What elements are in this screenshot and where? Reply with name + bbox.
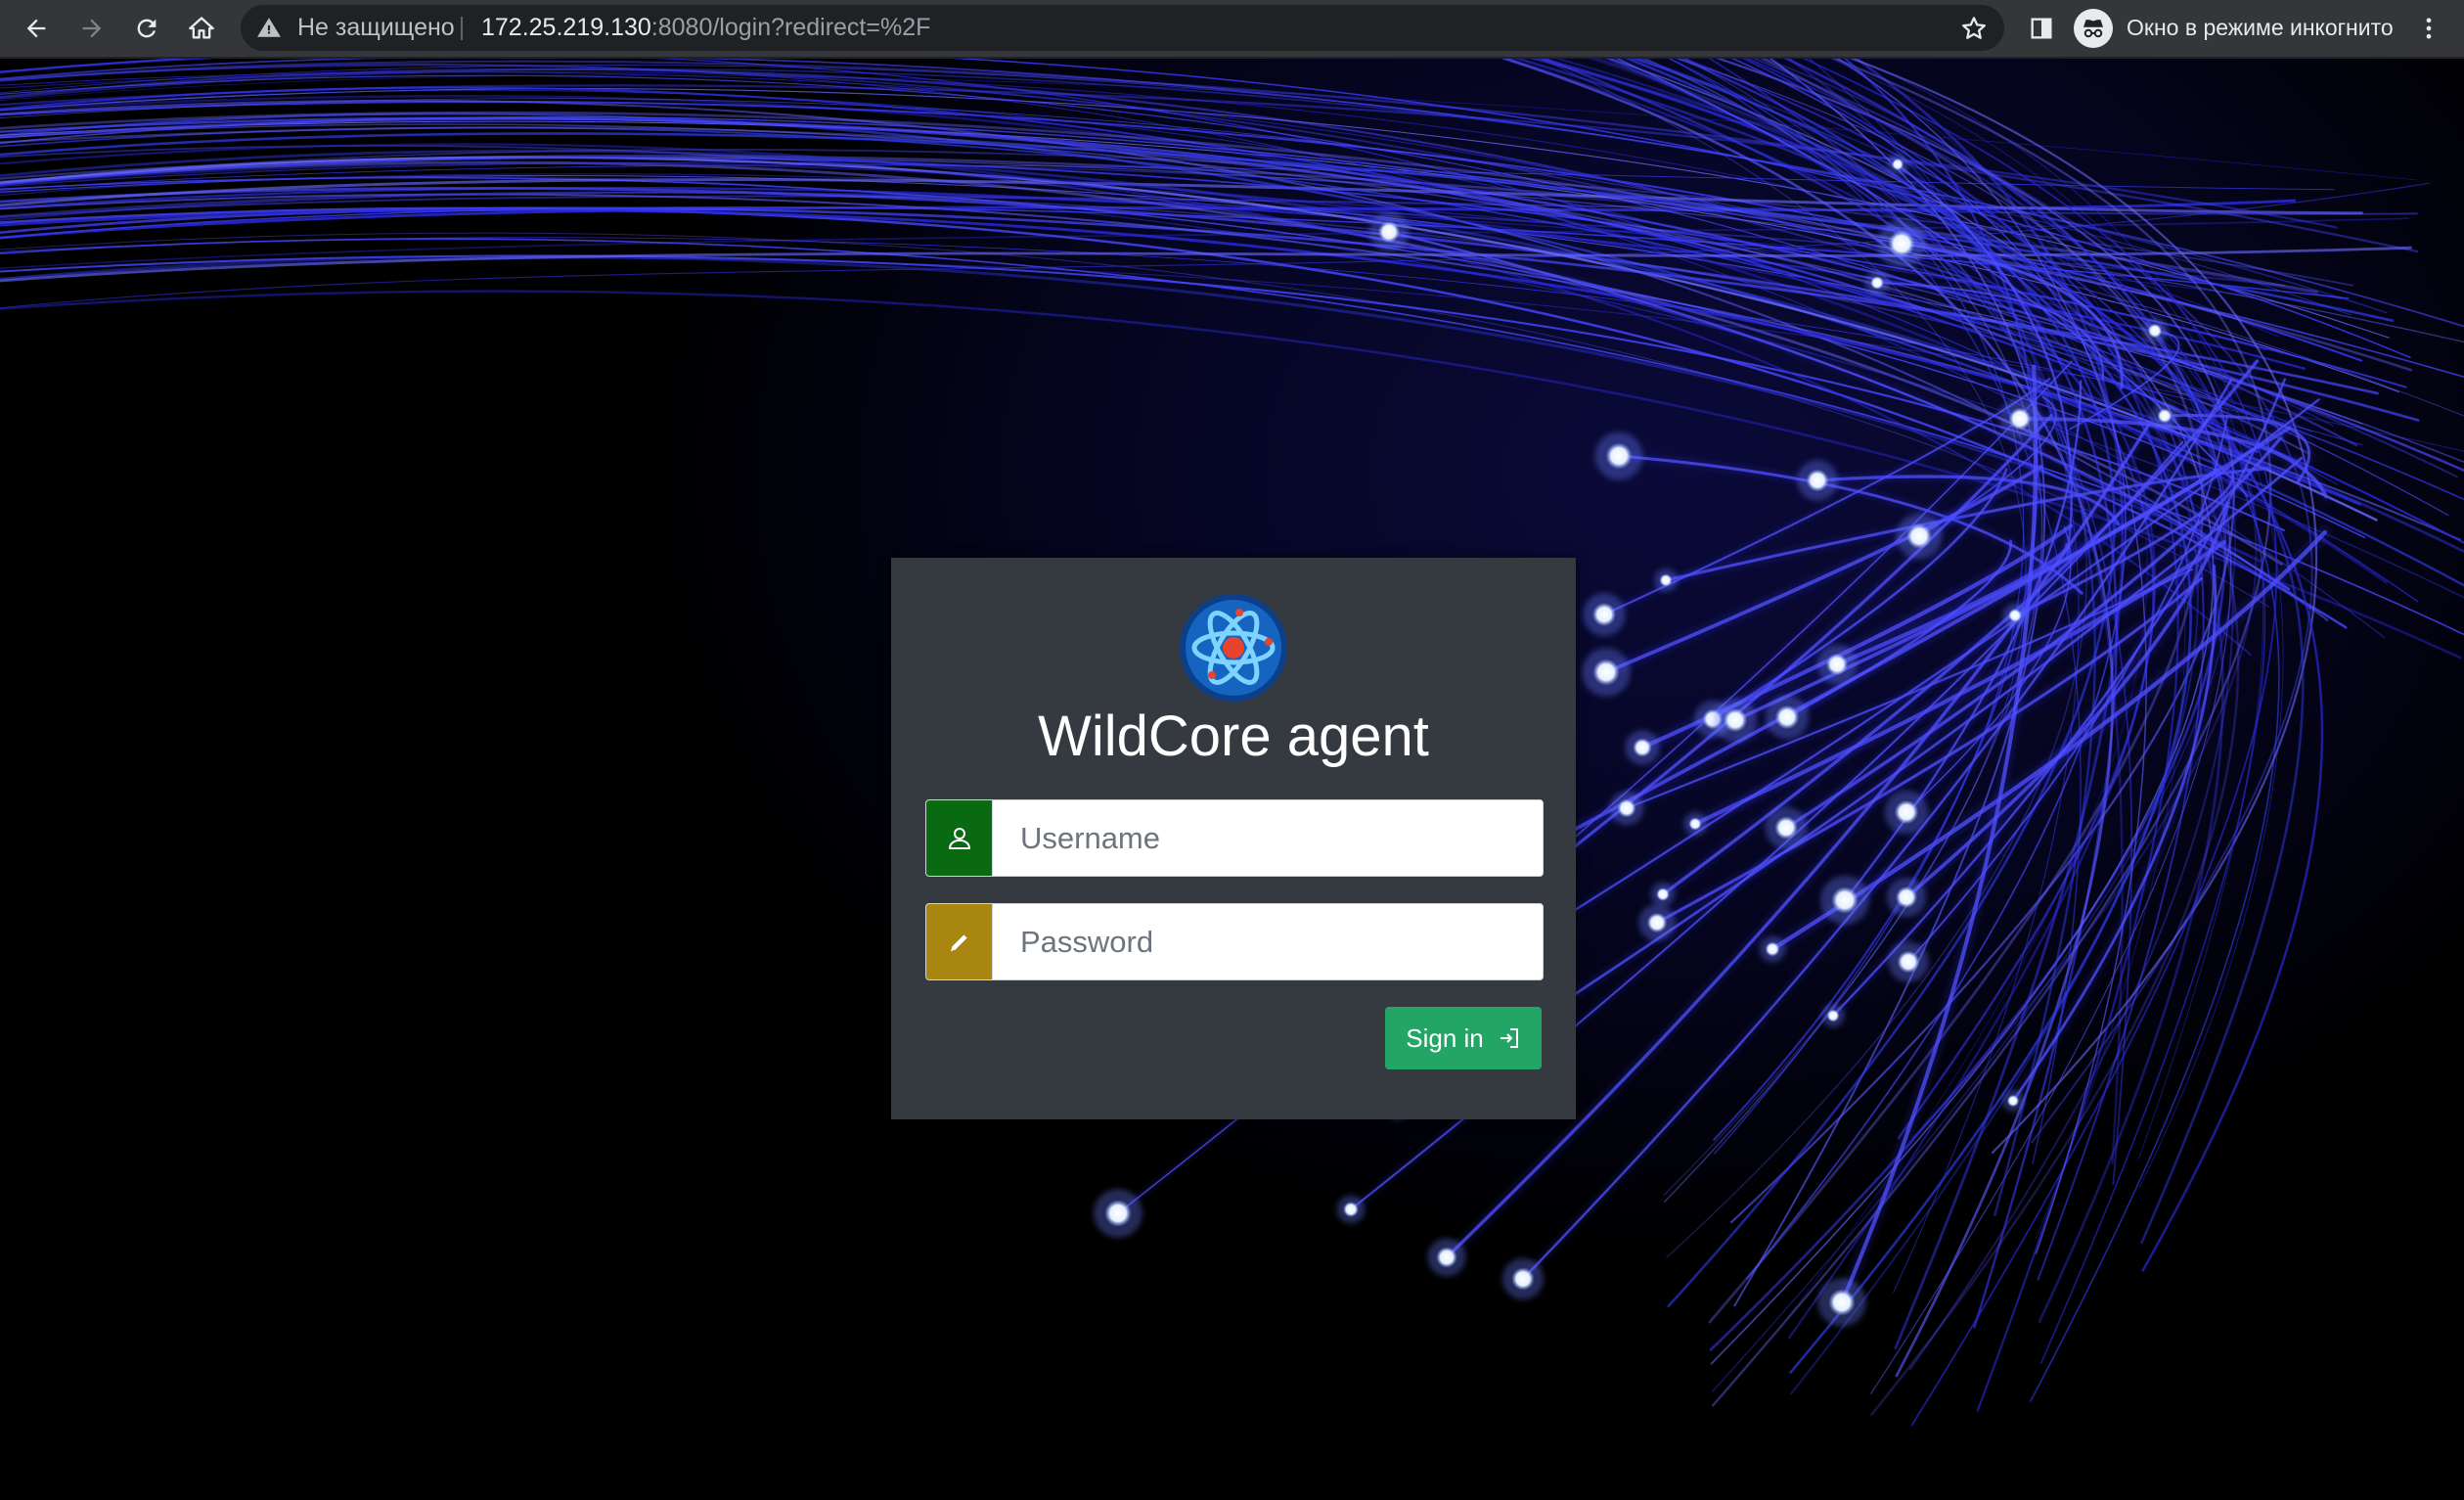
fiber-tip-dot — [1825, 653, 1849, 676]
atom-logo-icon — [1180, 594, 1287, 702]
url-path: :8080/login?redirect=%2F — [650, 14, 931, 41]
fiber-tip-dot — [1895, 886, 1918, 909]
fiber-tip-dot — [1774, 816, 1798, 840]
browser-toolbar: Не защищено 172.25.219.130:8080/login?re… — [0, 0, 2464, 59]
fiber-tip-dot — [1591, 602, 1617, 627]
fiber-tip-dot — [1688, 817, 1702, 831]
star-icon[interactable] — [1959, 14, 1989, 43]
fiber-tip-dot — [1633, 738, 1652, 757]
username-input[interactable] — [993, 800, 1543, 876]
reload-icon — [137, 19, 157, 38]
fiber-tip-dot — [1343, 1202, 1359, 1217]
kebab-menu-icon — [2426, 18, 2432, 39]
fiber-tip-dot — [1659, 573, 1673, 587]
fiber-tip-dot — [1617, 798, 1636, 818]
reload-button[interactable] — [126, 8, 167, 49]
url-text[interactable]: 172.25.219.130:8080/login?redirect=%2F — [481, 5, 930, 51]
page-viewport: WildCore agent Sign in — [0, 59, 2464, 1500]
fiber-tip-dot — [2157, 408, 2173, 424]
fiber-tip-dot — [2008, 407, 2032, 431]
address-bar[interactable]: Не защищено 172.25.219.130:8080/login?re… — [241, 5, 2004, 51]
password-input[interactable] — [993, 904, 1543, 979]
home-icon — [189, 17, 214, 39]
user-icon — [948, 827, 970, 849]
incognito-indicator[interactable]: Окно в режиме инкогнито — [2074, 5, 2397, 51]
url-host: 172.25.219.130 — [481, 14, 651, 41]
security-label[interactable]: Не защищено — [297, 5, 455, 51]
password-field — [925, 903, 1544, 980]
fiber-strand — [0, 193, 2461, 541]
fiber-tip-dot — [1592, 659, 1620, 686]
fiber-tip-dot — [1870, 276, 1884, 290]
back-button[interactable] — [16, 8, 57, 49]
forward-arrow-icon — [82, 19, 102, 38]
login-card: WildCore agent Sign in — [891, 558, 1576, 1119]
sign-in-icon — [1500, 1028, 1518, 1048]
fiber-tip-dot — [1436, 1247, 1457, 1268]
fiber-tip-dot — [1765, 941, 1780, 957]
fiber-strand — [0, 254, 2285, 532]
fiber-tip-dot — [1888, 230, 1915, 257]
home-button[interactable] — [181, 8, 222, 49]
side-panel-button[interactable] — [2021, 8, 2062, 49]
fiber-tip-dot — [1104, 1200, 1132, 1227]
fiber-tip-dot — [1891, 158, 1904, 171]
incognito-icon — [2074, 8, 2113, 48]
sign-in-label: Sign in — [1406, 1023, 1484, 1053]
fiber-tip-dot — [2007, 608, 2023, 623]
fiber-tip-dot — [1831, 886, 1859, 914]
pencil-icon — [950, 933, 967, 951]
side-panel-icon — [2031, 18, 2052, 39]
username-addon — [926, 800, 993, 876]
fiber-tip-dot — [1826, 1009, 1840, 1023]
fiber-tip-dot — [1828, 1289, 1856, 1316]
fiber-tip-dot — [1806, 469, 1829, 492]
fiber-tip-dot — [1905, 523, 1933, 550]
fiber-tip-dot — [1894, 799, 1919, 825]
fiber-tip-dot — [2147, 323, 2163, 339]
fiber-tip-dot — [2006, 1094, 2020, 1108]
app-title: WildCore agent — [1038, 705, 1429, 768]
browser-menu-button[interactable] — [2408, 8, 2449, 49]
back-arrow-icon — [26, 19, 46, 38]
address-separator — [461, 17, 463, 40]
incognito-label: Окно в режиме инкогнито — [2127, 15, 2394, 40]
fiber-tip-dot — [1605, 442, 1633, 470]
fiber-tip-dot — [1377, 220, 1401, 244]
password-addon — [926, 904, 993, 979]
sign-in-button[interactable]: Sign in — [1385, 1007, 1542, 1069]
fiber-tip-dot — [1656, 887, 1670, 901]
fiber-tip-dot — [1774, 705, 1800, 730]
warning-triangle-icon[interactable] — [256, 15, 282, 40]
forward-button[interactable] — [71, 8, 112, 49]
fiber-tip-dot — [1646, 912, 1668, 933]
fiber-tip-dot — [1723, 707, 1748, 733]
fiber-tip-dot — [1511, 1267, 1535, 1291]
username-field — [925, 799, 1544, 877]
fiber-tip-dot — [1897, 950, 1920, 974]
